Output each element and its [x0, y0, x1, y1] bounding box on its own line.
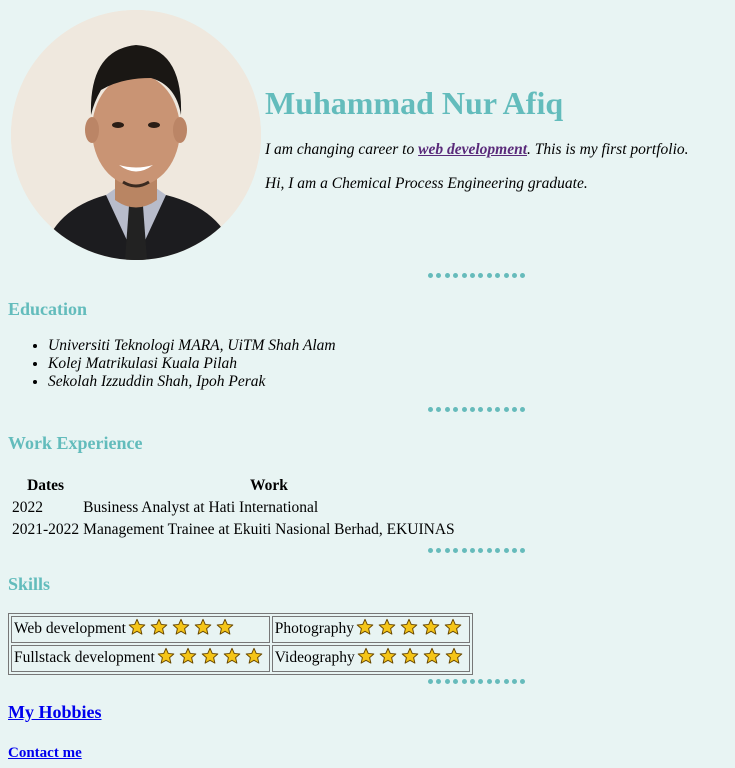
star-icon: [128, 618, 146, 635]
star-icon: [379, 647, 397, 664]
intro-line-2: Hi, I am a Chemical Process Engineering …: [265, 175, 588, 192]
star-icon: [378, 618, 396, 635]
star-rating: [157, 647, 267, 670]
skill-cell: Videography: [271, 645, 470, 672]
work-cell: Business Analyst at Hati International: [83, 499, 319, 516]
table-header-row: Dates Work: [11, 476, 456, 496]
star-icon: [423, 647, 441, 664]
intro-suffix: . This is my first portfolio.: [527, 141, 689, 158]
work-heading: Work Experience: [8, 433, 143, 453]
page-title: Muhammad Nur Afiq: [265, 85, 564, 121]
skills-heading: Skills: [8, 574, 51, 594]
star-icon: [179, 647, 197, 664]
star-icon: [401, 647, 419, 664]
star-icon: [357, 647, 375, 664]
table-row: 2022 Business Analyst at Hati Internatio…: [11, 498, 456, 518]
star-icon: [216, 618, 234, 635]
star-icon: [223, 647, 241, 664]
star-icon: [172, 618, 190, 635]
star-icon: [201, 647, 219, 664]
work-column-header: Work: [249, 477, 288, 494]
table-row: Web development Photography: [11, 616, 470, 643]
star-icon: [444, 618, 462, 635]
star-icon: [245, 647, 263, 664]
table-row: Fullstack development Videography: [11, 645, 470, 672]
star-rating: [356, 618, 466, 641]
table-row: 2021-2022 Management Trainee at Ekuiti N…: [11, 520, 456, 540]
star-rating: [128, 618, 238, 641]
education-heading: Education: [8, 299, 88, 319]
work-cell: Management Trainee at Ekuiti Nasional Be…: [83, 521, 455, 538]
dates-cell: 2021-2022: [12, 521, 80, 538]
skill-cell: Web development: [11, 616, 270, 643]
section-divider: [428, 677, 529, 687]
star-icon: [445, 647, 463, 664]
education-list: Universiti Teknologi MARA, UiTM Shah Ala…: [8, 337, 336, 391]
intro-prefix: I am changing career to: [265, 141, 419, 158]
intro-line-1: I am changing career to web development.…: [265, 141, 689, 159]
star-icon: [157, 647, 175, 664]
work-table: Dates Work 2022 Business Analyst at Hati…: [9, 474, 458, 542]
profile-header: Muhammad Nur Afiq I am changing career t…: [11, 10, 731, 260]
section-divider: [428, 546, 529, 556]
star-icon: [194, 618, 212, 635]
star-icon: [150, 618, 168, 635]
profile-photo: [11, 10, 261, 260]
section-divider: [428, 271, 529, 281]
star-icon: [400, 618, 418, 635]
contact-me-link[interactable]: Contact me: [8, 745, 82, 762]
section-divider: [428, 405, 529, 415]
dates-cell: 2022: [12, 499, 43, 516]
star-icon: [356, 618, 374, 635]
list-item: Sekolah Izzuddin Shah, Ipoh Perak: [48, 373, 336, 391]
skill-name: Videography: [274, 649, 355, 666]
skill-cell: Fullstack development: [11, 645, 270, 672]
skill-name: Web development: [14, 620, 126, 637]
my-hobbies-link[interactable]: My Hobbies: [8, 702, 102, 723]
star-icon: [422, 618, 440, 635]
skill-name: Photography: [274, 620, 354, 637]
skill-name: Fullstack development: [14, 649, 155, 666]
list-item: Universiti Teknologi MARA, UiTM Shah Ala…: [48, 337, 336, 355]
skill-cell: Photography: [271, 616, 470, 643]
star-rating: [357, 647, 467, 670]
intro-block: Muhammad Nur Afiq I am changing career t…: [265, 85, 689, 192]
dates-column-header: Dates: [27, 477, 65, 494]
skills-table: Web development Photography Fullstack de…: [8, 613, 473, 675]
list-item: Kolej Matrikulasi Kuala Pilah: [48, 355, 336, 373]
web-development-link[interactable]: web development: [418, 141, 527, 158]
